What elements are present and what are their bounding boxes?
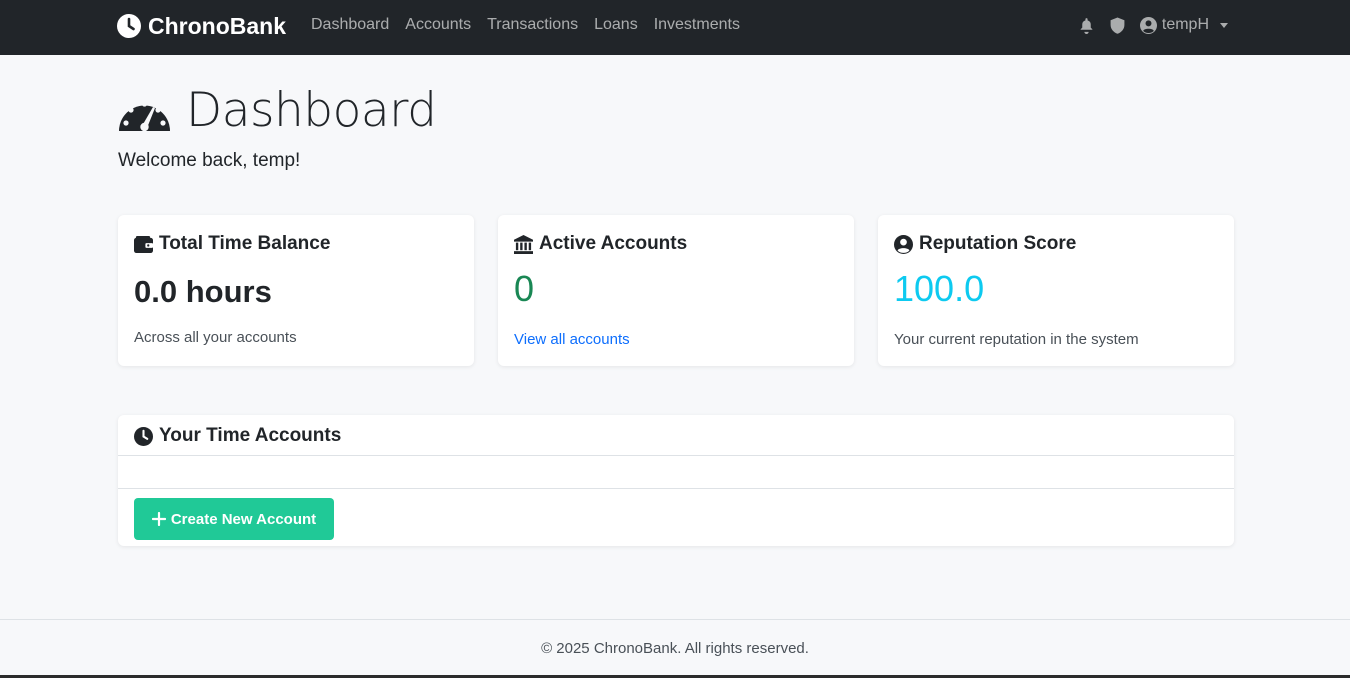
nav-right-group: tempH — [1078, 14, 1228, 36]
clock-icon — [117, 14, 141, 38]
accounts-list — [118, 456, 1234, 488]
create-account-button[interactable]: Create New Account — [134, 498, 334, 540]
card-title: Active Accounts — [539, 233, 688, 254]
nav-link-transactions[interactable]: Transactions — [487, 15, 578, 35]
active-accounts-card: Active Accounts 0 View all accounts — [498, 215, 854, 366]
nav-link-loans[interactable]: Loans — [594, 15, 638, 35]
chevron-down-icon — [1220, 22, 1228, 28]
user-name: tempH — [1161, 16, 1209, 33]
view-all-accounts-link[interactable]: View all accounts — [514, 331, 630, 348]
time-accounts-panel: Your Time Accounts Create New Account — [118, 415, 1234, 546]
bank-icon — [514, 234, 533, 254]
plus-icon — [151, 512, 166, 526]
page-footer: © 2025 ChronoBank. All rights reserved. — [0, 619, 1350, 678]
total-balance-caption: Across all your accounts — [134, 329, 297, 346]
panel-footer: Create New Account — [118, 488, 1234, 546]
nav-link-accounts[interactable]: Accounts — [405, 15, 471, 35]
main-nav: Dashboard Accounts Transactions Loans In… — [311, 15, 756, 35]
reputation-score-card: Reputation Score 100.0 Your current repu… — [878, 215, 1234, 366]
top-navbar: ChronoBank Dashboard Accounts Transactio… — [0, 0, 1350, 55]
panel-title: Your Time Accounts — [159, 425, 342, 446]
shield-icon[interactable] — [1109, 17, 1126, 34]
card-title: Reputation Score — [919, 233, 1077, 254]
clock-icon — [134, 426, 153, 446]
nav-link-dashboard[interactable]: Dashboard — [311, 15, 389, 35]
tachometer-icon — [119, 101, 170, 132]
page-heading: Dashboard — [186, 82, 437, 138]
card-title: Total Time Balance — [159, 233, 331, 254]
card-header: Active Accounts — [514, 233, 687, 255]
panel-header: Your Time Accounts — [118, 415, 1234, 456]
reputation-score-value: 100.0 — [894, 268, 985, 309]
card-header: Total Time Balance — [134, 233, 330, 255]
welcome-message: Welcome back, temp! — [118, 150, 301, 171]
wallet-icon — [134, 235, 153, 253]
page-title: Dashboard — [117, 82, 437, 138]
total-balance-value: 0.0 hours — [134, 274, 272, 309]
card-header: Reputation Score — [894, 233, 1076, 255]
user-menu-dropdown[interactable]: tempH — [1139, 16, 1228, 34]
user-circle-icon — [1139, 16, 1157, 34]
create-account-label: Create New Account — [170, 510, 317, 528]
reputation-caption: Your current reputation in the system — [894, 331, 1139, 348]
nav-link-investments[interactable]: Investments — [654, 15, 740, 35]
brand-name: ChronoBank — [148, 12, 286, 39]
total-balance-card: Total Time Balance 0.0 hours Across all … — [118, 215, 474, 366]
copyright-text: © 2025 ChronoBank. All rights reserved. — [541, 640, 809, 657]
user-circle-icon — [894, 234, 913, 254]
bell-icon[interactable] — [1078, 17, 1095, 34]
brand-link[interactable]: ChronoBank — [117, 12, 286, 40]
active-accounts-value: 0 — [514, 268, 535, 309]
